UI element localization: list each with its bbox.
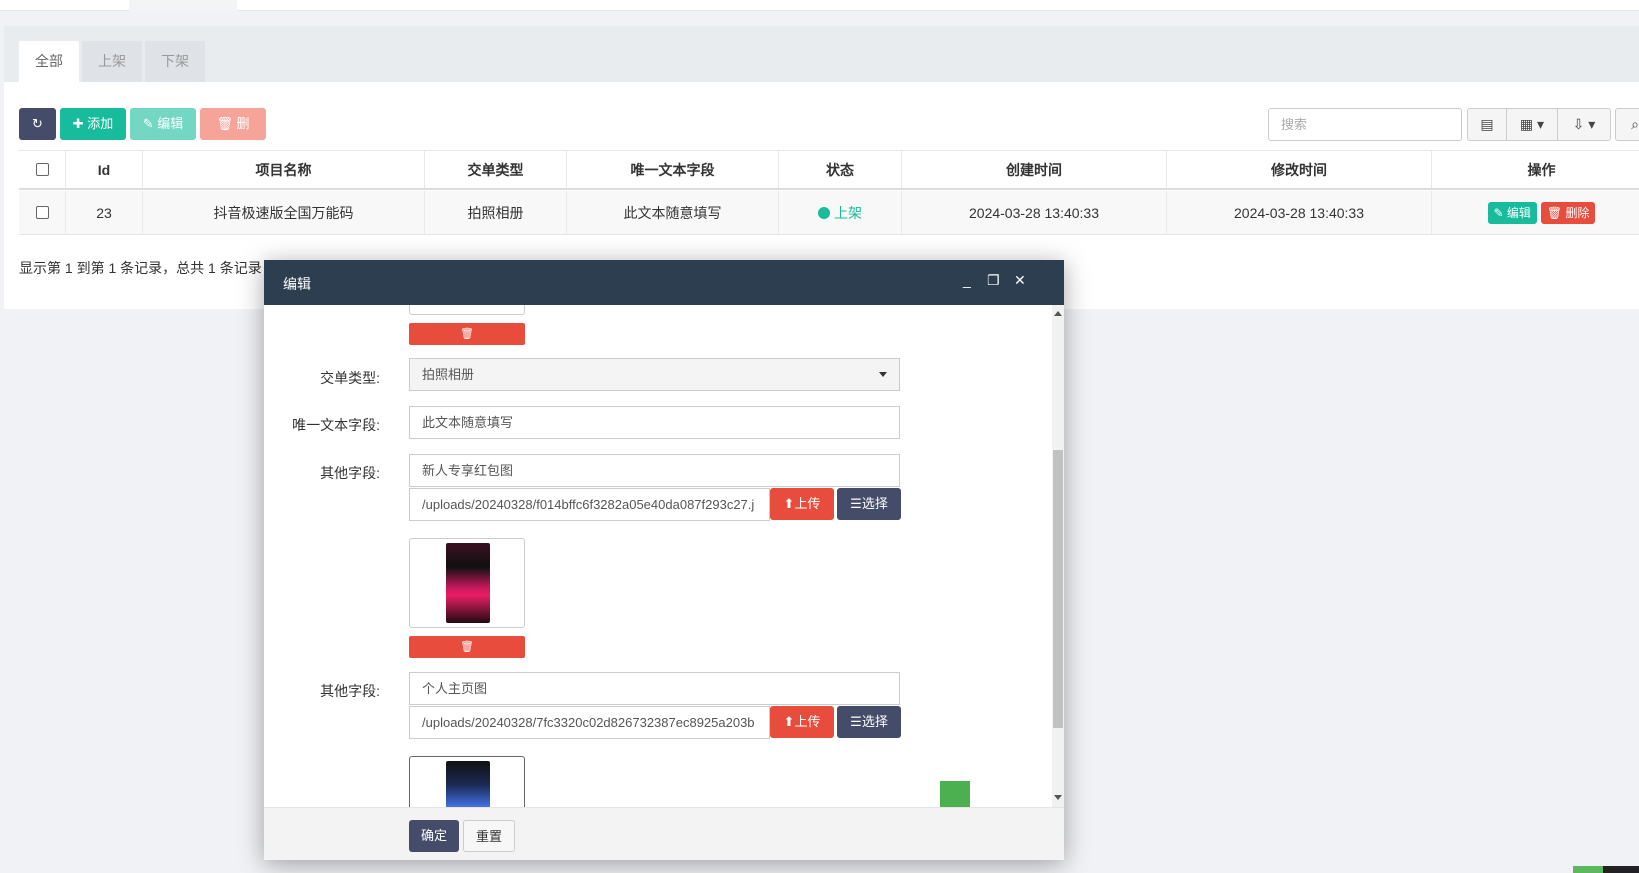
row-created: 2024-03-28 13:40:33 [901,191,1166,234]
status-badge[interactable]: 上架 [818,203,862,223]
timer-text: 0.026948s [976,789,1042,805]
modal-scrollbar[interactable] [1052,305,1064,807]
row-id: 23 [65,191,142,234]
columns-button[interactable]: ▦ ▾ [1506,108,1558,141]
modal-header[interactable]: 编辑 _ ❐ ✕ [264,260,1064,305]
refresh-icon: ↻ [32,116,43,131]
toggle-view-button[interactable]: ▤ [1467,108,1507,141]
row-updated: 2024-03-28 13:40:33 [1166,191,1431,234]
image-preview-2 [409,756,525,807]
search-icon: ⌕ [1631,116,1639,132]
select-button-2[interactable]: ☰选择 [837,706,901,738]
scroll-up-icon[interactable] [1054,311,1062,316]
modal-body: 🗑 交单类型: 拍照相册 唯一文本字段: 此文本随意填写 其他字段: 新人专享红… [264,305,1064,807]
status-label: 上架 [834,204,862,221]
other-field-path-2[interactable]: /uploads/20240328/7fc3320c02d826732387ec… [409,706,770,739]
col-unique-text[interactable]: 唯一文本字段 [566,151,778,188]
phone-screenshot-image [446,543,490,623]
tab-off-shelf[interactable]: 下架 [145,41,205,82]
col-created[interactable]: 创建时间 [901,151,1166,188]
search-button[interactable]: ⌕ [1615,108,1639,141]
chevron-down-icon [879,372,887,377]
select-all-checkbox[interactable] [35,163,49,176]
type-select[interactable]: 拍照相册 [409,358,900,391]
corner-widget-green [1573,866,1603,873]
upload-button-1[interactable]: ⬆上传 [770,488,834,520]
col-type[interactable]: 交单类型 [424,151,566,188]
type-select-value: 拍照相册 [422,367,475,382]
image-preview-1 [409,538,525,628]
col-name[interactable]: 项目名称 [142,151,424,188]
minimize-icon[interactable]: _ [963,272,971,288]
select-button-1[interactable]: ☰选择 [837,488,901,520]
close-icon[interactable]: ✕ [1014,272,1026,289]
debug-logo-icon [940,781,970,807]
other-field-path-1[interactable]: /uploads/20240328/f014bffc6f3282a05e40da… [409,488,770,521]
row-type: 拍照相册 [424,191,566,234]
table-header: Id 项目名称 交单类型 唯一文本字段 状态 创建时间 修改时间 操作 [19,150,1639,190]
delete-button[interactable]: 🗑 删除 [200,108,266,163]
col-actions: 操作 [1431,151,1639,188]
corner-widget-dark [1603,866,1639,873]
row-name: 抖音极速版全国万能码 [142,191,424,234]
col-updated[interactable]: 修改时间 [1166,151,1431,188]
scroll-down-icon[interactable] [1054,795,1062,800]
add-button[interactable]: ✚ 添加 [60,108,126,140]
other-field-input-1[interactable]: 新人专享红包图 [409,454,900,487]
col-id[interactable]: Id [65,151,142,188]
pagination-info: 显示第 1 到第 1 条记录，总共 1 条记录 [19,260,262,276]
other-field-label-1: 其他字段: [320,465,380,481]
delete-image-button-1[interactable]: 🗑 [409,636,525,658]
modal-title: 编辑 [283,276,311,292]
unique-label: 唯一文本字段: [292,417,380,433]
delete-image-button-top[interactable]: 🗑 [409,323,525,345]
type-label: 交单类型: [320,370,380,386]
top-bar [0,0,1639,11]
row-unique-text: 此文本随意填写 [566,191,778,234]
edit-modal: 编辑 _ ❐ ✕ 🗑 交单类型: 拍照相册 唯一文本字段: 此文本随意填写 其他… [264,260,1064,860]
modal-footer: 确定 重置 [264,807,1064,860]
other-field-input-2[interactable]: 个人主页图 [409,672,900,705]
unique-text-input[interactable]: 此文本随意填写 [409,406,900,439]
top-tab-hint[interactable] [129,0,237,11]
refresh-button[interactable]: ↻ [19,108,56,140]
edit-button[interactable]: ✎ 编辑 [130,108,196,140]
grid-icon: ▦ ▾ [1519,116,1545,132]
row-delete-button[interactable]: 🗑 删除 [1540,201,1596,224]
status-dot-icon [818,206,830,219]
phone-screenshot-image [446,761,490,807]
upload-button-2[interactable]: ⬆上传 [770,706,834,738]
filter-tabs: 全部 上架 下架 [4,26,1639,82]
tab-on-shelf[interactable]: 上架 [82,41,142,82]
trash-icon: 🗑 [460,641,474,653]
export-button[interactable]: ⇩ ▾ [1557,108,1611,141]
tab-all[interactable]: 全部 [19,41,79,82]
reset-button[interactable]: 重置 [463,820,515,852]
trash-icon: 🗑 [460,328,474,340]
export-icon: ⇩ ▾ [1572,116,1596,132]
list-icon: ▤ [1480,116,1494,132]
maximize-icon[interactable]: ❐ [987,272,1000,289]
row-checkbox[interactable] [35,206,49,219]
table-row[interactable]: 23 抖音极速版全国万能码 拍照相册 此文本随意填写 上架 2024-03-28… [19,191,1639,235]
row-edit-button[interactable]: ✎ 编辑 [1487,201,1537,224]
image-preview-top [409,305,525,315]
col-status[interactable]: 状态 [778,151,901,188]
other-field-label-2: 其他字段: [320,683,380,699]
scrollbar-thumb[interactable] [1053,450,1063,728]
confirm-button[interactable]: 确定 [409,820,459,852]
search-input[interactable] [1268,108,1462,141]
